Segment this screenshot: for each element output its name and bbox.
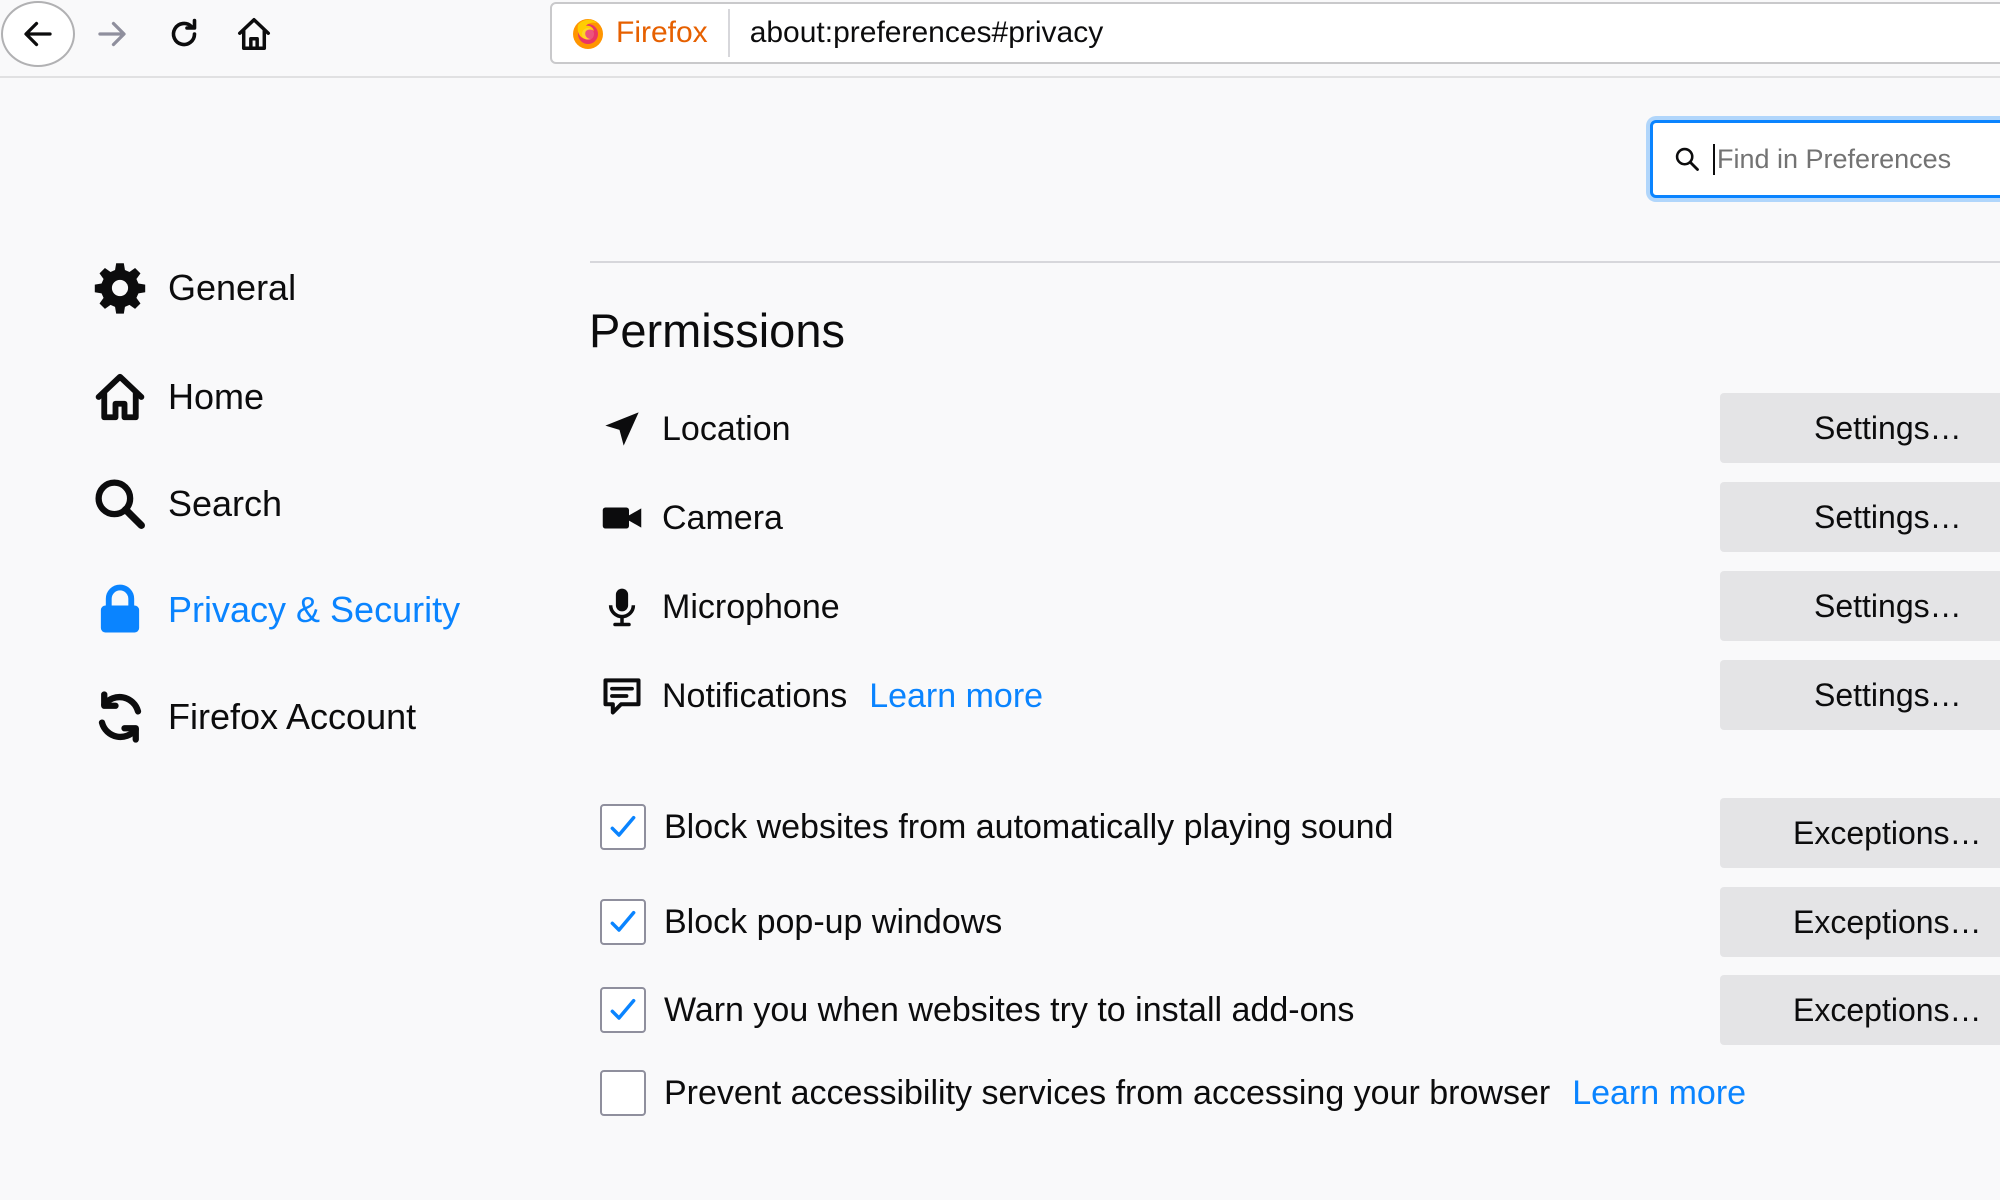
location-arrow-icon bbox=[598, 405, 646, 453]
arrow-right-icon bbox=[98, 21, 126, 47]
camera-settings-button[interactable]: Settings… bbox=[1720, 482, 2000, 552]
checkmark-icon bbox=[610, 815, 636, 837]
notifications-settings-button[interactable]: Settings… bbox=[1720, 660, 2000, 730]
sidebar-item-label: Search bbox=[168, 483, 283, 524]
block-popups-checkbox[interactable] bbox=[600, 899, 646, 945]
reload-button[interactable] bbox=[162, 0, 206, 68]
permission-row-notifications: Notifications Learn more bbox=[598, 666, 1043, 726]
browser-toolbar: Firefox about:preferences#privacy bbox=[0, 0, 2000, 78]
block-autoplay-checkbox[interactable] bbox=[600, 804, 646, 850]
sidebar-item-label: Firefox Account bbox=[168, 696, 417, 737]
permission-row-camera: Camera bbox=[598, 488, 783, 548]
checkbox-row-prevent-accessibility: Prevent accessibility services from acce… bbox=[600, 1063, 1746, 1123]
permission-label: Notifications bbox=[662, 676, 848, 715]
home-icon bbox=[92, 369, 148, 425]
checkbox-row-warn-addons: Warn you when websites try to install ad… bbox=[600, 980, 1354, 1040]
location-settings-button[interactable]: Settings… bbox=[1720, 393, 2000, 463]
prevent-accessibility-checkbox[interactable] bbox=[600, 1070, 646, 1116]
checkbox-label: Block websites from automatically playin… bbox=[664, 807, 1394, 846]
arrow-left-icon bbox=[24, 21, 52, 47]
permission-row-location: Location bbox=[598, 399, 791, 459]
checkbox-label: Block pop-up windows bbox=[664, 902, 1003, 941]
sidebar-item-search[interactable]: Search bbox=[92, 464, 282, 544]
autoplay-exceptions-button[interactable]: Exceptions… bbox=[1720, 798, 2000, 868]
identity-label: Firefox bbox=[616, 16, 708, 49]
microphone-settings-button[interactable]: Settings… bbox=[1720, 571, 2000, 641]
search-field[interactable] bbox=[1650, 120, 2000, 198]
checkbox-row-block-popups: Block pop-up windows bbox=[600, 892, 1002, 952]
notifications-learn-more-link[interactable]: Learn more bbox=[869, 677, 1043, 716]
section-title: Permissions bbox=[589, 304, 845, 357]
sidebar-item-home[interactable]: Home bbox=[92, 357, 264, 437]
sync-icon bbox=[92, 689, 148, 745]
sidebar-item-label: Privacy & Security bbox=[168, 589, 461, 630]
warn-addons-checkbox[interactable] bbox=[600, 987, 646, 1033]
checkmark-icon bbox=[610, 910, 636, 932]
checkmark-icon bbox=[610, 998, 636, 1020]
sidebar-item-general[interactable]: General bbox=[92, 248, 296, 328]
back-button[interactable] bbox=[1, 1, 75, 67]
checkbox-label: Prevent accessibility services from acce… bbox=[664, 1073, 1551, 1112]
checkbox-label: Warn you when websites try to install ad… bbox=[664, 990, 1355, 1029]
search-icon bbox=[92, 476, 148, 532]
camera-icon bbox=[598, 494, 646, 542]
permission-label: Camera bbox=[662, 498, 783, 537]
identity-box[interactable]: Firefox bbox=[552, 9, 730, 57]
sidebar-item-privacy-security[interactable]: Privacy & Security bbox=[92, 570, 460, 650]
firefox-logo-icon bbox=[573, 19, 603, 49]
addons-exceptions-button[interactable]: Exceptions… bbox=[1720, 975, 2000, 1045]
permission-label: Microphone bbox=[662, 587, 840, 626]
accessibility-learn-more-link[interactable]: Learn more bbox=[1572, 1074, 1746, 1113]
home-button[interactable] bbox=[232, 0, 276, 68]
permission-row-microphone: Microphone bbox=[598, 577, 840, 637]
sidebar-item-label: Home bbox=[168, 376, 265, 417]
reload-icon bbox=[171, 18, 197, 47]
notification-bubble-icon bbox=[598, 672, 646, 720]
microphone-icon bbox=[598, 583, 646, 631]
permission-label: Location bbox=[662, 409, 791, 448]
popup-exceptions-button[interactable]: Exceptions… bbox=[1720, 887, 2000, 957]
search-icon bbox=[1675, 147, 1699, 171]
section-divider bbox=[590, 261, 2000, 263]
sidebar-item-firefox-account[interactable]: Firefox Account bbox=[92, 677, 416, 757]
gear-icon bbox=[92, 260, 148, 316]
search-input[interactable] bbox=[1713, 143, 2000, 175]
preferences-page: Firefox about:preferences#privacy Genera… bbox=[0, 0, 2000, 1200]
home-icon bbox=[238, 18, 270, 50]
checkbox-row-block-autoplay: Block websites from automatically playin… bbox=[600, 797, 1393, 857]
sidebar-item-label: General bbox=[168, 267, 297, 308]
url-text[interactable]: about:preferences#privacy bbox=[730, 16, 1104, 50]
lock-icon bbox=[92, 582, 148, 638]
forward-button[interactable] bbox=[90, 0, 134, 68]
url-bar[interactable]: Firefox about:preferences#privacy bbox=[550, 2, 2000, 64]
